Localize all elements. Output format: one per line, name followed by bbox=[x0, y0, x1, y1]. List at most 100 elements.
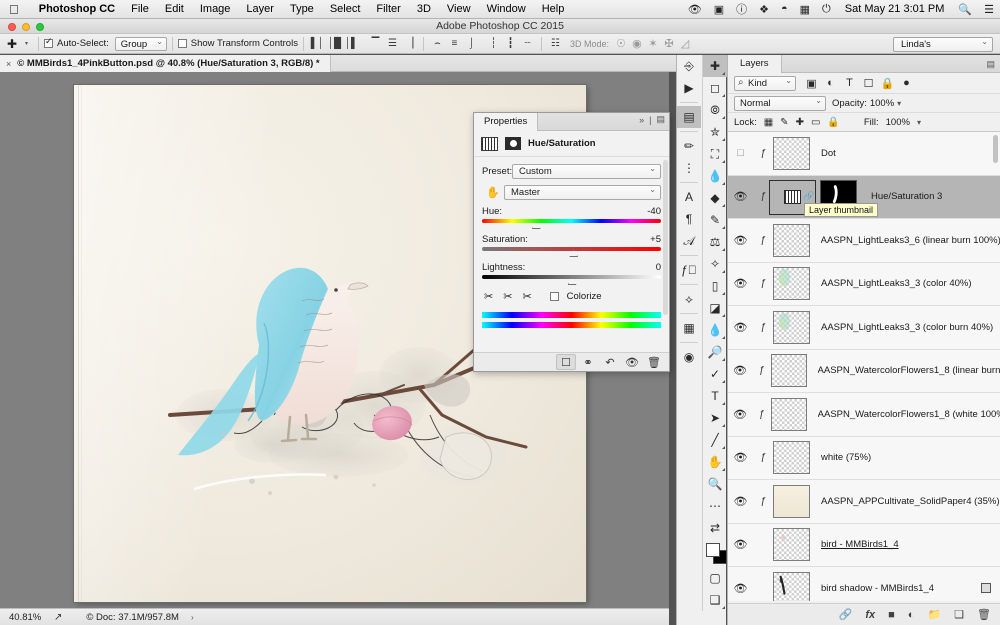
lightness-slider-thumb[interactable] bbox=[567, 278, 577, 285]
opacity-value[interactable]: 100% bbox=[870, 98, 894, 109]
tab-layers[interactable]: Layers bbox=[728, 54, 782, 73]
panel-menu-icon[interactable]: ▤ bbox=[656, 114, 665, 125]
tool-preset-chevron-down-icon[interactable]: ▾ bbox=[25, 40, 28, 47]
targeted-adjustment-tool-icon[interactable]: ✋ bbox=[482, 186, 504, 199]
layer-thumbnail[interactable] bbox=[773, 484, 810, 518]
tab-properties[interactable]: Properties bbox=[474, 112, 539, 131]
menu-3d[interactable]: 3D bbox=[409, 3, 439, 15]
display-icon[interactable]: ▣ bbox=[708, 3, 730, 16]
layers-panel[interactable]: Layers ▤ Kind ▣ ◐ T ☐ 🔒 ● Normal Opacity… bbox=[727, 54, 1000, 625]
distribute-right-edges-icon[interactable]: ┈ bbox=[519, 36, 536, 52]
delete-adjustment-icon[interactable]: 🗑 bbox=[644, 354, 664, 370]
align-left-edges-icon[interactable]: ▌│ bbox=[309, 36, 326, 52]
preset-dropdown[interactable]: Custom bbox=[512, 162, 661, 179]
link-layers-icon[interactable]: 🔗 bbox=[839, 608, 853, 621]
layer-list[interactable]: ☐ ƒ Dot 👁 ƒ 🔗 Hue/Saturation 3 Layer thumbnail 👁… bbox=[728, 132, 1000, 601]
delete-layer-icon[interactable]: 🗑 bbox=[977, 608, 991, 621]
3d-orbit-icon[interactable]: ☉ bbox=[613, 37, 629, 50]
layer-name[interactable]: bird - MMBirds1_4 bbox=[821, 539, 899, 550]
view-previous-state-icon[interactable]: ⚭ bbox=[578, 354, 598, 370]
layer-thumbnail[interactable] bbox=[773, 528, 810, 562]
eyedropper-tool-icon[interactable]: 💧 bbox=[703, 165, 727, 187]
layer-name[interactable]: bird shadow - MMBirds1_4 bbox=[821, 583, 934, 594]
colorize-row[interactable]: Colorize bbox=[549, 291, 602, 302]
paths-panel-icon[interactable]: ⟡ bbox=[677, 288, 701, 310]
maximize-window-button[interactable] bbox=[36, 23, 44, 31]
info-icon[interactable]: ⓘ bbox=[730, 1, 753, 17]
table-row[interactable]: 👁 ƒ AASPN_WatercolorFlowers1_8 (linear bur… bbox=[728, 349, 1000, 393]
3d-pan-icon[interactable]: ✶ bbox=[645, 37, 661, 50]
wifi-icon[interactable]: ◓ bbox=[775, 3, 794, 15]
table-row[interactable]: 👁 ƒ white (75%) bbox=[728, 436, 1000, 480]
brush-settings-panel-icon[interactable]: ✏ bbox=[677, 135, 701, 157]
clone-stamp-tool-icon[interactable]: ⚖ bbox=[703, 231, 727, 253]
3d-roll-icon[interactable]: ◉ bbox=[629, 37, 645, 50]
layer-thumbnail[interactable] bbox=[773, 310, 810, 344]
distribute-top-edges-icon[interactable]: ⌢ bbox=[429, 36, 446, 52]
crop-tool-icon[interactable]: ⛶ bbox=[703, 143, 727, 165]
menu-edit[interactable]: Edit bbox=[157, 3, 192, 15]
zoom-level[interactable]: 40.81% bbox=[0, 612, 50, 623]
menu-window[interactable]: Window bbox=[479, 3, 534, 15]
layer-style-fx-icon[interactable]: fx bbox=[865, 609, 875, 621]
healing-brush-tool-icon[interactable]: ◆ bbox=[703, 187, 727, 209]
lightness-slider[interactable] bbox=[482, 275, 661, 285]
lock-artboard-nesting-icon[interactable]: ▭ bbox=[811, 117, 820, 128]
eraser-tool-icon[interactable]: ▯ bbox=[703, 275, 727, 297]
new-adjustment-layer-icon[interactable]: ◐ bbox=[908, 609, 915, 621]
adjustment-filter-icon[interactable]: ◐ bbox=[821, 77, 840, 89]
menu-clock[interactable]: Sat May 21 3:01 PM bbox=[837, 3, 953, 15]
new-group-icon[interactable]: 📁 bbox=[927, 608, 941, 621]
menu-image[interactable]: Image bbox=[192, 3, 239, 15]
layer-name[interactable]: AASPN_WatercolorFlowers1_8 (linear burn.… bbox=[818, 365, 1000, 376]
lock-position-icon[interactable]: ✚ bbox=[796, 117, 804, 128]
menu-view[interactable]: View bbox=[439, 3, 479, 15]
table-row[interactable]: 👁 ƒ AASPN_LightLeaks3_3 (color burn 40%) bbox=[728, 306, 1000, 350]
lock-image-pixels-icon[interactable]: ✎ bbox=[780, 117, 788, 128]
hue-slider[interactable] bbox=[482, 219, 661, 229]
layer-name[interactable]: Hue/Saturation 3 bbox=[871, 191, 942, 202]
menu-help[interactable]: Help bbox=[534, 3, 573, 15]
minimize-window-button[interactable] bbox=[22, 23, 30, 31]
add-layer-mask-icon[interactable]: ■ bbox=[888, 609, 895, 621]
toggle-layer-visibility-icon[interactable]: 👁 bbox=[622, 354, 642, 370]
layer-thumbnail[interactable] bbox=[771, 354, 807, 388]
layer-visibility-eye-icon[interactable]: 👁 bbox=[728, 495, 753, 508]
close-window-button[interactable] bbox=[8, 23, 16, 31]
more-tools-icon[interactable]: ⋯ bbox=[703, 495, 727, 517]
eye-icon[interactable]: 👁 bbox=[682, 3, 708, 16]
channel-dropdown[interactable]: Master bbox=[504, 183, 661, 200]
hue-slider-thumb[interactable] bbox=[531, 222, 541, 229]
distribute-bottom-edges-icon[interactable]: ⌡ bbox=[463, 36, 480, 52]
menu-type[interactable]: Type bbox=[282, 3, 322, 15]
distribute-vertical-centers-icon[interactable]: ≡ bbox=[446, 36, 463, 52]
layer-visibility-eye-icon[interactable]: 👁 bbox=[728, 277, 753, 290]
layer-visibility-eye-icon[interactable]: 👁 bbox=[728, 451, 753, 464]
align-top-edges-icon[interactable]: ▔ bbox=[367, 36, 384, 52]
adjustments-panel-icon[interactable]: ▤ bbox=[677, 106, 701, 128]
show-transform-controls-checkbox[interactable] bbox=[177, 39, 187, 48]
play-actions-icon[interactable]: ▶ bbox=[677, 77, 701, 99]
table-row[interactable]: 👁 ƒ AASPN_WatercolorFlowers1_8 (white 100%… bbox=[728, 393, 1000, 437]
layer-name[interactable]: Dot bbox=[821, 148, 836, 159]
table-row[interactable]: ☐ ƒ Dot bbox=[728, 132, 1000, 176]
collapse-panel-icon[interactable]: » bbox=[639, 115, 644, 125]
layer-visibility-eye-icon[interactable]: 👁 bbox=[728, 408, 752, 421]
lock-all-icon[interactable]: 🔒 bbox=[827, 117, 839, 128]
layer-thumbnail[interactable] bbox=[773, 441, 810, 475]
grid-panel-icon[interactable]: ▦ bbox=[677, 317, 701, 339]
brush-presets-panel-icon[interactable]: ⋮ bbox=[677, 157, 701, 179]
properties-panel[interactable]: Properties » | ▤ Hue/Saturation Preset: … bbox=[473, 112, 670, 372]
layer-thumbnail[interactable] bbox=[773, 136, 810, 170]
hand-tool-icon[interactable]: ✋ bbox=[703, 451, 727, 473]
layer-name[interactable]: white (75%) bbox=[821, 452, 871, 463]
saturation-slider-thumb[interactable] bbox=[569, 250, 579, 257]
move-tool-icon[interactable]: ✚ bbox=[0, 37, 24, 51]
channels-panel-icon[interactable]: ◉ bbox=[677, 346, 701, 368]
distribute-left-edges-icon[interactable]: ┆ bbox=[485, 36, 502, 52]
path-selection-tool-icon[interactable]: ➤ bbox=[703, 407, 727, 429]
auto-select-scope-dropdown[interactable]: Group bbox=[114, 35, 167, 51]
saturation-slider[interactable] bbox=[482, 247, 661, 257]
table-row[interactable]: 👁 bird shadow - MMBirds1_4 bbox=[728, 567, 1000, 601]
layer-name[interactable]: AASPN_WatercolorFlowers1_8 (white 100%) bbox=[818, 409, 1000, 420]
